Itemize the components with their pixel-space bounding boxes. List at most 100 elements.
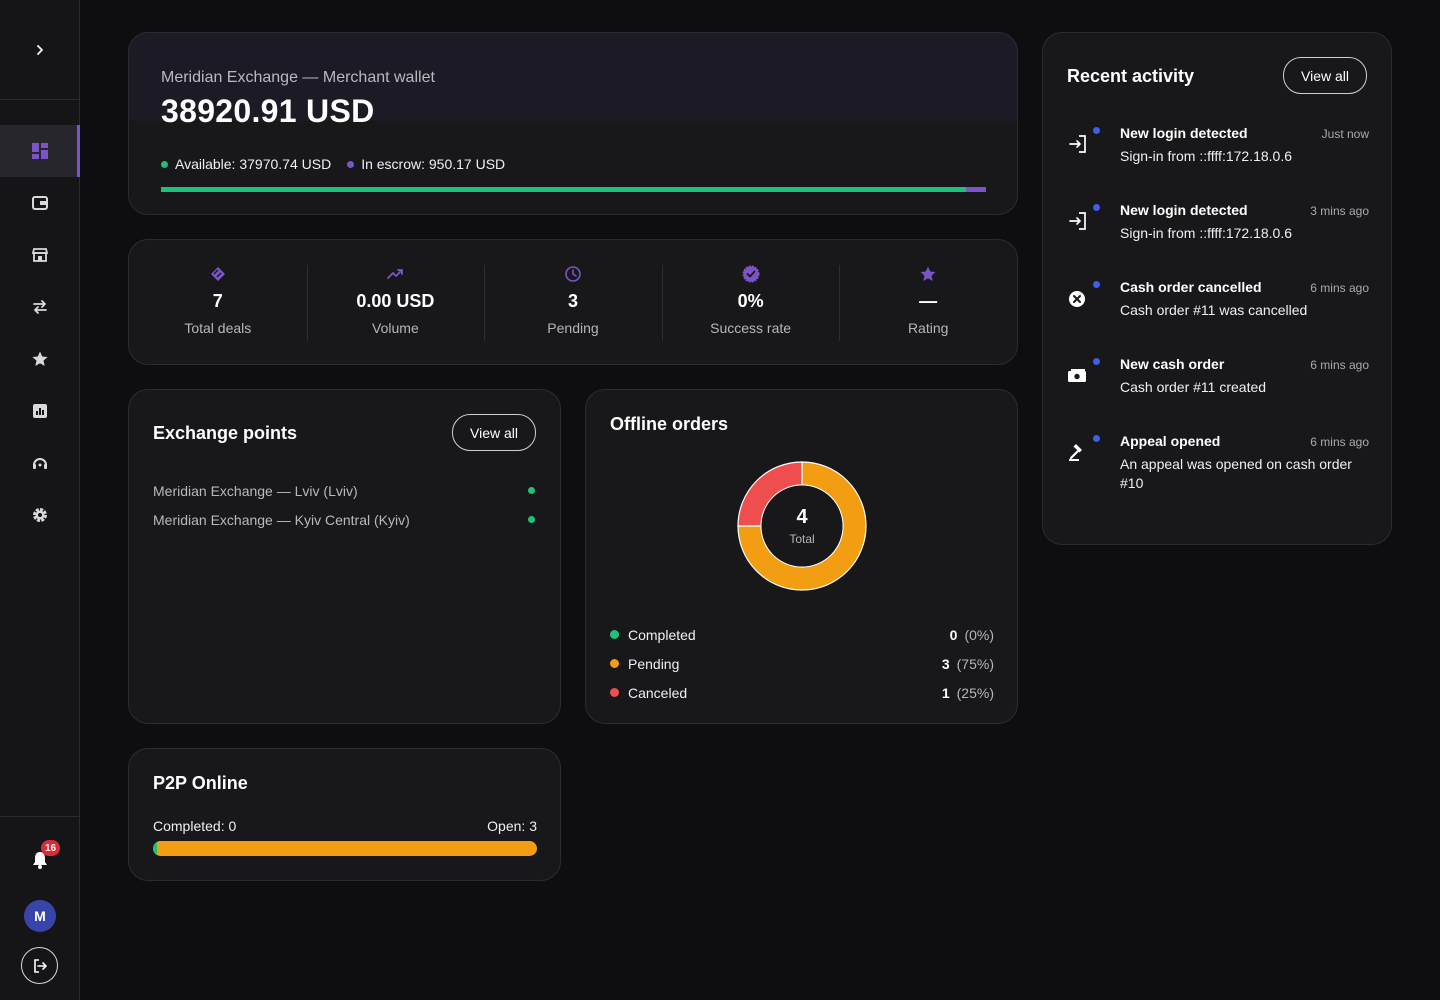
- stat-value: 0.00 USD: [356, 291, 435, 311]
- star-icon: [920, 266, 936, 281]
- clock-icon: [565, 266, 581, 282]
- store-icon: [31, 248, 49, 262]
- support-icon: [33, 458, 47, 469]
- sidebar-item-settings[interactable]: [0, 489, 80, 541]
- sidebar: 16 M: [0, 0, 80, 1000]
- wallet-balance-bar: [161, 187, 986, 192]
- donut-total: 4: [796, 506, 808, 528]
- wallet-legend: Available: 37970.74 USD In escrow: 950.1…: [161, 156, 505, 172]
- pending-dot-icon: [610, 659, 619, 668]
- dashboard-icon: [32, 143, 48, 159]
- exchange-points-card: Exchange points View all Meridian Exchan…: [128, 389, 561, 724]
- cancel-circle-icon: [1069, 291, 1085, 307]
- stat-value: 3: [567, 291, 578, 311]
- stat-label: Pending: [547, 320, 599, 336]
- logout-button[interactable]: [21, 947, 58, 984]
- wallet-name: Meridian Exchange — Merchant wallet: [161, 69, 435, 86]
- wallet-card: Meridian Exchange — Merchant wallet 3892…: [128, 32, 1018, 215]
- unread-dot-icon: [1093, 358, 1100, 365]
- exchange-points-view-all-button[interactable]: View all: [452, 414, 536, 451]
- notification-count-badge: 16: [41, 840, 61, 856]
- available-dot-icon: [161, 161, 168, 168]
- activity-item[interactable]: New login detected Just now Sign-in from …: [1067, 125, 1369, 202]
- exchange-points-list: Meridian Exchange — Lviv (Lviv) Meridian…: [153, 476, 537, 534]
- stat-value: —: [919, 291, 938, 311]
- sidebar-expand-button[interactable]: [0, 0, 79, 100]
- stat-success-rate: 0% Success rate: [661, 240, 840, 364]
- unread-dot-icon: [1093, 281, 1100, 288]
- legend-row-canceled: Canceled 1 (25%): [610, 678, 994, 707]
- completed-dot-icon: [610, 630, 619, 639]
- logout-icon: [33, 958, 47, 973]
- list-item[interactable]: Meridian Exchange — Kyiv Central (Kyiv): [153, 505, 537, 534]
- p2p-completed: Completed: 0: [153, 818, 237, 834]
- stats-card: 7 Total deals 0.00 USD Volume 3 Pending …: [128, 239, 1018, 365]
- recent-activity-card: Recent activity View all New login detec…: [1042, 32, 1392, 545]
- exchange-icon: [33, 300, 47, 314]
- card-title: P2P Online: [153, 773, 248, 793]
- diamond-icon: [210, 267, 225, 281]
- unread-dot-icon: [1093, 204, 1100, 211]
- stat-value: 7: [212, 291, 223, 311]
- donut-total-label: Total: [789, 532, 815, 546]
- stat-volume: 0.00 USD Volume: [306, 240, 485, 364]
- stat-value: 0%: [737, 291, 764, 311]
- activity-item[interactable]: Appeal opened 6 mins ago An appeal was op…: [1067, 433, 1369, 513]
- sidebar-item-favorites[interactable]: [0, 333, 80, 385]
- offline-orders-legend: Completed 0 (0%) Pending 3 (75%) Cancele…: [610, 620, 994, 707]
- legend-row-pending: Pending 3 (75%): [610, 649, 994, 678]
- activity-view-all-button[interactable]: View all: [1283, 57, 1367, 94]
- p2p-counts: Completed: 0 Open: 3: [153, 818, 537, 834]
- stat-label: Rating: [907, 320, 949, 336]
- trend-up-icon: [387, 269, 404, 279]
- activity-item[interactable]: New login detected 3 mins ago Sign-in fro…: [1067, 202, 1369, 279]
- unread-dot-icon: [1093, 127, 1100, 134]
- verified-badge-icon: [742, 265, 760, 283]
- wallet-escrow: In escrow: 950.17 USD: [347, 156, 505, 172]
- activity-item[interactable]: Cash order cancelled 6 mins ago Cash orde…: [1067, 279, 1369, 356]
- p2p-open: Open: 3: [487, 818, 537, 834]
- activity-list: New login detected Just now Sign-in from …: [1067, 125, 1369, 513]
- card-title: Recent activity: [1067, 66, 1195, 86]
- sidebar-nav: [0, 125, 80, 541]
- stat-rating: — Rating: [839, 240, 1017, 364]
- activity-item[interactable]: New cash order 6 mins ago Cash order #11 …: [1067, 356, 1369, 433]
- list-item[interactable]: Meridian Exchange — Lviv (Lviv): [153, 476, 537, 505]
- gavel-icon: [1069, 444, 1082, 461]
- canceled-dot-icon: [610, 688, 619, 697]
- sidebar-item-wallet[interactable]: [0, 177, 80, 229]
- stat-pending: 3 Pending: [484, 240, 662, 364]
- online-status-icon: [528, 487, 535, 494]
- online-status-icon: [528, 516, 535, 523]
- donut-center: 4 Total: [736, 460, 868, 592]
- stat-label: Total deals: [184, 320, 252, 336]
- settings-icon: [33, 508, 47, 522]
- card-title: Offline orders: [610, 414, 729, 434]
- sidebar-item-exchange[interactable]: [0, 281, 80, 333]
- avatar[interactable]: M: [24, 900, 56, 932]
- wallet-icon: [32, 196, 48, 210]
- stat-label: Success rate: [710, 320, 792, 336]
- p2p-progress-bar: [153, 841, 537, 856]
- sidebar-divider: [0, 816, 79, 817]
- sidebar-item-reports[interactable]: [0, 385, 80, 437]
- login-icon: [1069, 212, 1086, 230]
- offline-orders-card: Offline orders 4 Total Completed 0 (0%) …: [585, 389, 1018, 724]
- notifications-button[interactable]: 16: [20, 840, 61, 880]
- legend-row-completed: Completed 0 (0%): [610, 620, 994, 649]
- chart-icon: [33, 404, 47, 418]
- login-icon: [1069, 135, 1086, 153]
- escrow-dot-icon: [347, 161, 355, 168]
- sidebar-item-dashboard[interactable]: [0, 125, 80, 177]
- sidebar-item-support[interactable]: [0, 437, 80, 489]
- sidebar-item-store[interactable]: [0, 229, 80, 281]
- chevron-right-icon: [36, 44, 43, 55]
- stat-total-deals: 7 Total deals: [129, 240, 307, 364]
- stat-label: Volume: [372, 320, 419, 336]
- wallet-balance: 38920.91 USD: [161, 93, 375, 129]
- cash-icon: [1068, 369, 1086, 382]
- card-title: Exchange points: [153, 423, 298, 443]
- wallet-available: Available: 37970.74 USD: [161, 156, 331, 172]
- star-icon: [32, 351, 48, 366]
- wallet-available-fill: [161, 187, 966, 192]
